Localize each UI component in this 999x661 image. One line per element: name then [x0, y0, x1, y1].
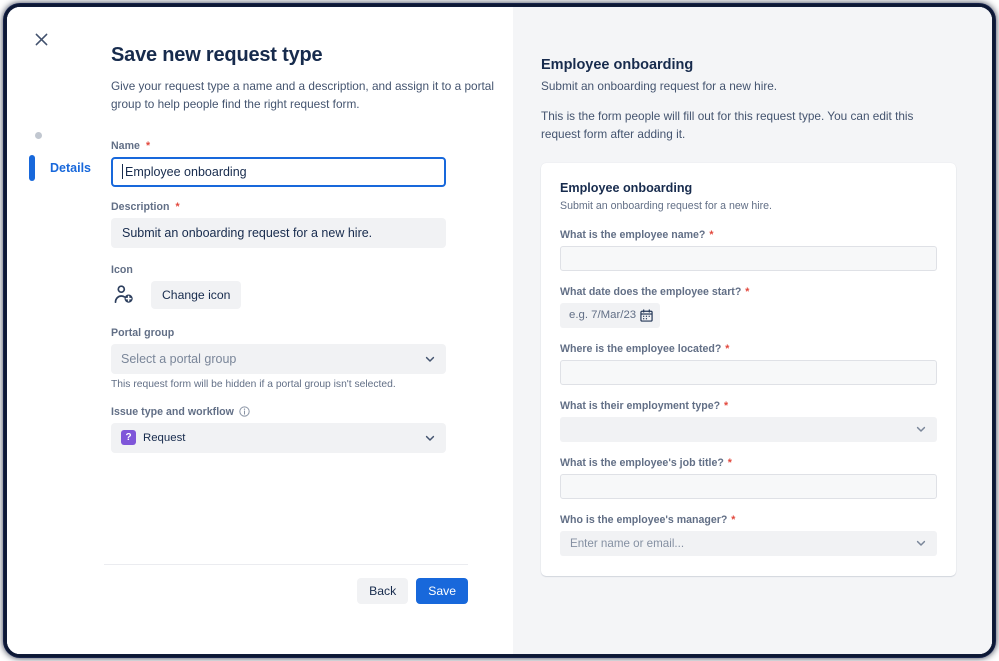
- preview-date-placeholder: e.g. 7/Mar/23: [569, 309, 637, 322]
- field-issue-type: Issue type and workflow ? Request: [111, 406, 471, 453]
- required-asterisk: *: [728, 513, 736, 526]
- icon-row: Change icon: [111, 280, 471, 309]
- stepper-dot-step-1[interactable]: [35, 132, 42, 139]
- change-icon-button[interactable]: Change icon: [151, 280, 242, 309]
- portal-group-helper-text: This request form will be hidden if a po…: [111, 378, 396, 390]
- modal-left-pane: Details Save new request type Give your …: [7, 7, 513, 654]
- person-add-icon: [111, 282, 137, 308]
- save-button[interactable]: Save: [416, 578, 468, 604]
- preview-card-subtitle: Submit an onboarding request for a new h…: [560, 199, 773, 212]
- preview-date-input[interactable]: e.g. 7/Mar/23: [560, 302, 660, 328]
- preview-subtitle: Submit an onboarding request for a new h…: [541, 79, 778, 93]
- field-portal-group-label: Portal group: [111, 327, 471, 339]
- field-portal-group: Portal group Select a portal group This …: [111, 327, 471, 390]
- chevron-down-icon: [424, 353, 436, 365]
- field-name-label: Name *: [111, 140, 471, 152]
- chevron-down-icon: [424, 432, 436, 444]
- request-form-preview-card: Employee onboarding Submit an onboarding…: [541, 162, 956, 576]
- required-asterisk: *: [742, 285, 750, 298]
- preview-field-label: What is the employee's job title? *: [560, 456, 732, 469]
- issue-type-value: Request: [143, 431, 186, 444]
- field-name: Name * Employee onboarding: [111, 140, 471, 187]
- preview-field: What is the employee name? *: [560, 229, 937, 271]
- issue-type-chip: ? Request: [121, 430, 186, 446]
- preview-field-label: Where is the employee located? *: [560, 342, 730, 355]
- close-icon: [35, 33, 48, 46]
- footer-divider: [104, 564, 468, 565]
- stepper-label-details: Details: [50, 161, 91, 175]
- page-description: Give your request type a name and a desc…: [111, 79, 494, 112]
- field-icon-label: Icon: [111, 264, 471, 276]
- field-portal-group-label-text: Portal group: [111, 326, 175, 339]
- preview-field: Who is the employee's manager? * Enter na…: [560, 514, 937, 556]
- description-input-value: Submit an onboarding request for a new h…: [122, 225, 373, 240]
- preview-field-label: What is their employment type? *: [560, 399, 729, 412]
- preview-field-label: What date does the employee start? *: [560, 285, 750, 298]
- preview-title: Employee onboarding: [541, 57, 694, 73]
- required-asterisk: *: [724, 456, 732, 469]
- field-icon: Icon Change icon: [111, 264, 471, 309]
- portal-group-value: Select a portal group: [121, 351, 237, 366]
- close-button[interactable]: [29, 27, 53, 51]
- preview-select[interactable]: [560, 416, 937, 442]
- preview-card-title: Employee onboarding: [560, 180, 693, 195]
- modal-window-frame: Details Save new request type Give your …: [6, 6, 993, 655]
- required-asterisk: *: [175, 200, 180, 213]
- preview-select[interactable]: Enter name or email...: [560, 530, 937, 556]
- preview-field: Where is the employee located? *: [560, 343, 937, 385]
- field-description-label-text: Description: [111, 200, 170, 213]
- back-button[interactable]: Back: [357, 578, 409, 604]
- save-request-type-modal: Details Save new request type Give your …: [7, 7, 992, 654]
- description-input[interactable]: Submit an onboarding request for a new h…: [111, 217, 446, 248]
- preview-text-input[interactable]: [560, 473, 937, 499]
- info-icon[interactable]: [239, 406, 250, 417]
- required-asterisk: *: [706, 228, 714, 241]
- preview-field: What is their employment type? *: [560, 400, 937, 442]
- preview-field-label: Who is the employee's manager? *: [560, 513, 736, 526]
- screen: Details Save new request type Give your …: [0, 0, 999, 661]
- text-cursor: [122, 164, 123, 180]
- preview-note: This is the form people will fill out fo…: [541, 109, 914, 142]
- name-input[interactable]: Employee onboarding: [111, 156, 446, 187]
- preview-select-value: Enter name or email...: [570, 536, 685, 550]
- page-title: Save new request type: [111, 44, 323, 66]
- issue-type-select[interactable]: ? Request: [111, 422, 446, 453]
- chevron-down-icon: [915, 537, 927, 549]
- field-issue-type-label: Issue type and workflow: [111, 406, 471, 418]
- request-type-badge-icon: ?: [121, 430, 136, 446]
- field-name-label-text: Name: [111, 139, 140, 152]
- preview-text-input[interactable]: [560, 359, 937, 385]
- field-issue-type-label-text: Issue type and workflow: [111, 405, 234, 418]
- modal-right-pane: Employee onboarding Submit an onboarding…: [513, 7, 992, 654]
- calendar-icon[interactable]: [640, 308, 653, 322]
- preview-field: What date does the employee start? * e.g.…: [560, 286, 937, 328]
- form-column: Save new request type Give your request …: [111, 43, 494, 453]
- portal-group-select[interactable]: Select a portal group: [111, 343, 446, 374]
- preview-field: What is the employee's job title? *: [560, 457, 937, 499]
- chevron-down-icon: [915, 423, 927, 435]
- stepper: Details: [29, 132, 101, 181]
- sidebar-item-details[interactable]: Details: [29, 155, 101, 181]
- field-description: Description * Submit an onboarding reques…: [111, 201, 471, 248]
- preview-field-label: What is the employee name? *: [560, 228, 714, 241]
- required-asterisk: *: [721, 399, 729, 412]
- required-asterisk: *: [145, 139, 151, 152]
- required-asterisk: *: [722, 342, 730, 355]
- preview-text-input[interactable]: [560, 245, 937, 271]
- name-input-value: Employee onboarding: [125, 164, 247, 179]
- stepper-active-bar: [29, 155, 35, 181]
- preview-fields-list: What is the employee name? * What date do…: [560, 229, 937, 556]
- field-description-label: Description *: [111, 201, 471, 213]
- field-icon-label-text: Icon: [111, 263, 133, 276]
- footer-actions: Back Save: [357, 578, 468, 604]
